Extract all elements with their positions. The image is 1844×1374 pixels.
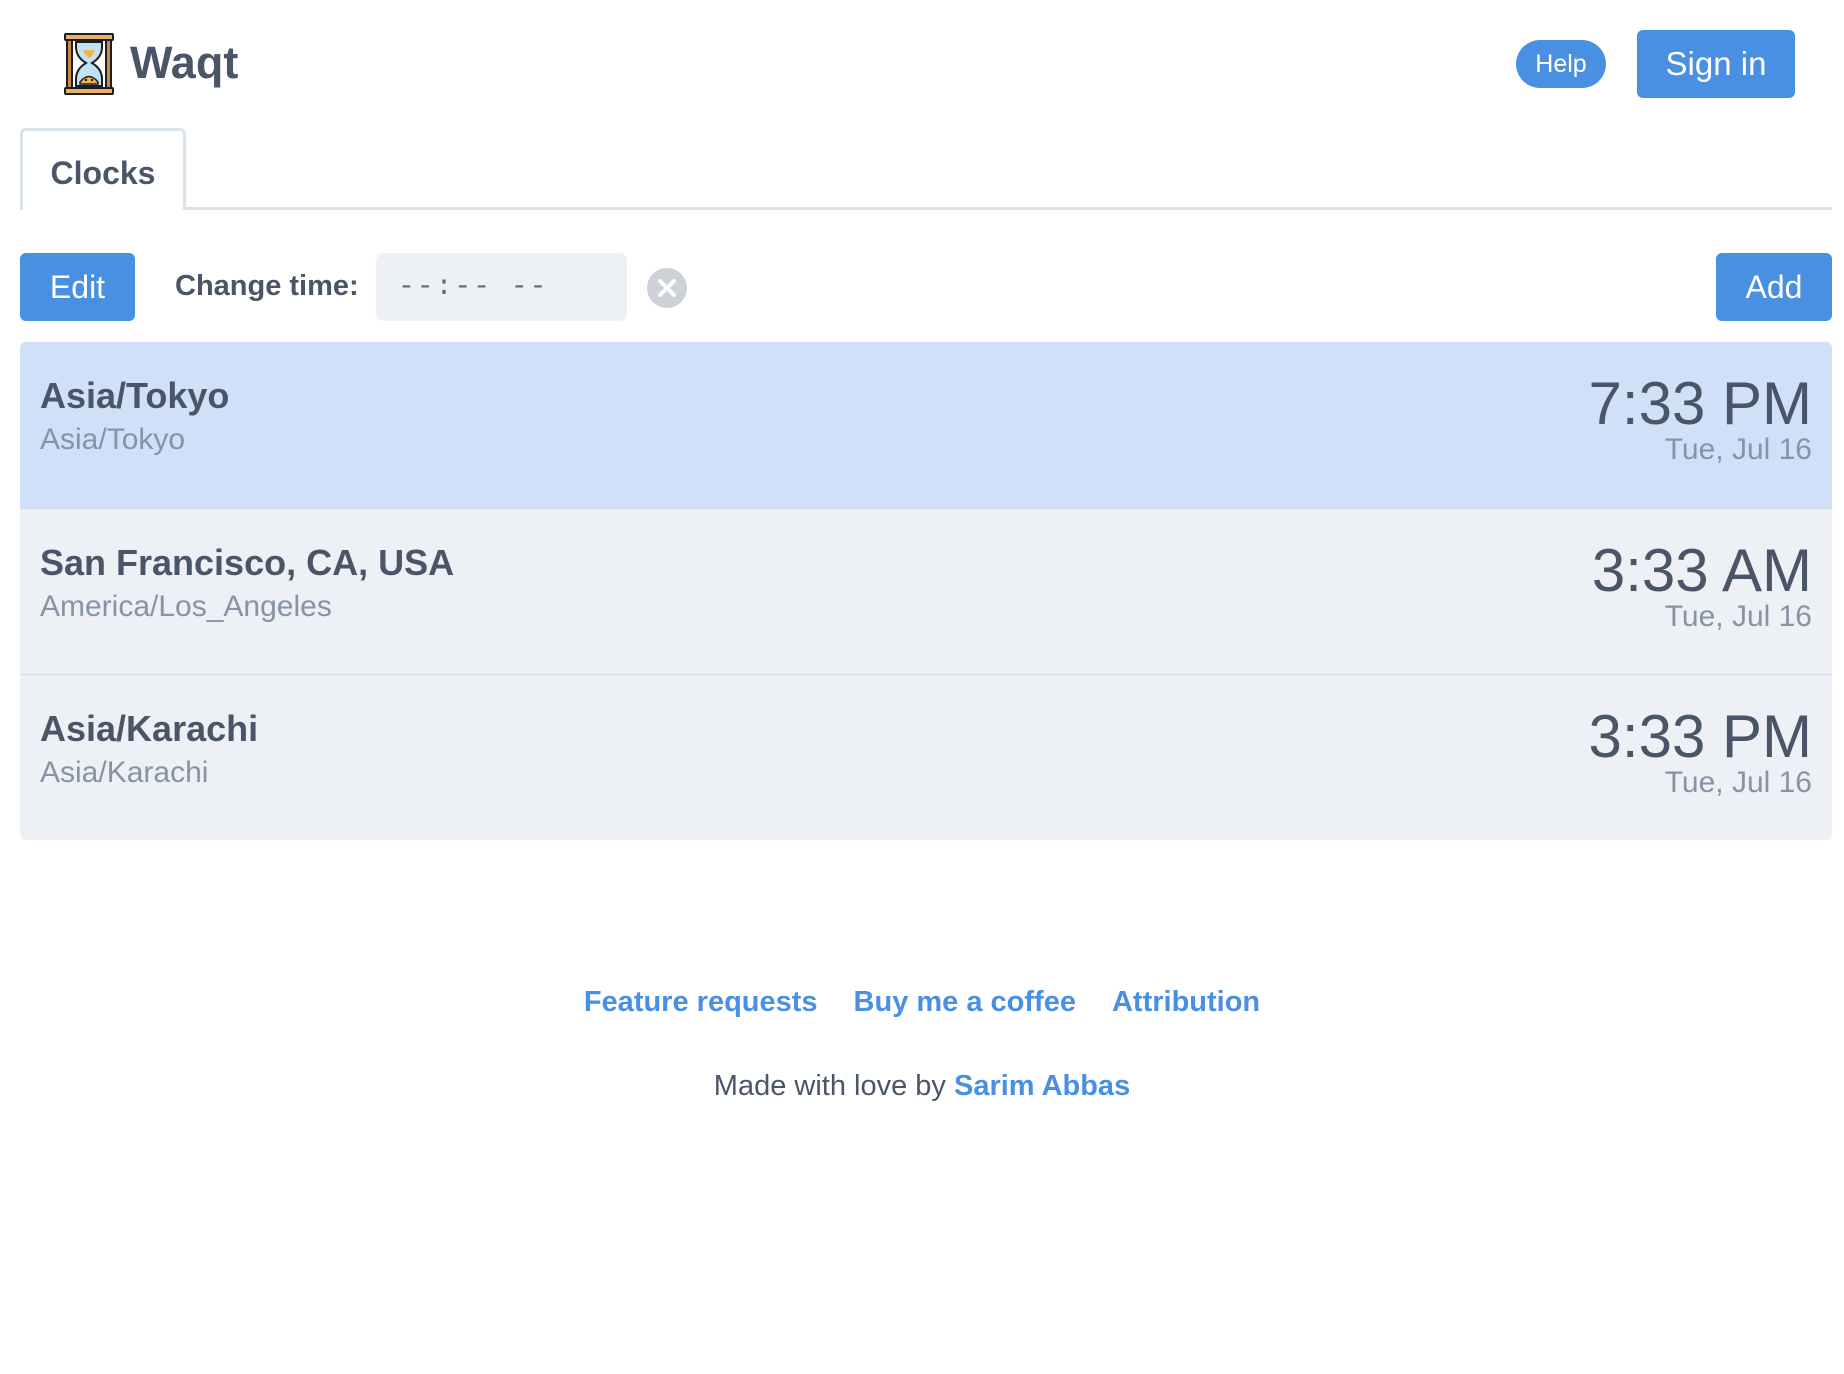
- made-with-text: Made with love by: [713, 1070, 946, 1102]
- made-with-love: Made with love by Sarim Abbas: [0, 1064, 1844, 1108]
- clock-name: Asia/Karachi: [40, 708, 259, 749]
- clock-date: Tue, Jul 16: [1664, 766, 1812, 799]
- edit-button[interactable]: Edit: [20, 253, 135, 321]
- header: Waqt Help Sign in: [0, 0, 1844, 125]
- clock-time: 3:33 AM: [1591, 537, 1812, 604]
- tab-clocks[interactable]: Clocks: [20, 128, 186, 210]
- footer-links: Feature requests Buy me a coffee Attributi…: [0, 980, 1844, 1024]
- sign-in-button[interactable]: Sign in: [1637, 30, 1795, 98]
- buy-me-a-coffee-link[interactable]: Buy me a coffee: [854, 980, 1076, 1024]
- help-button[interactable]: Help: [1516, 40, 1606, 88]
- clock-name: San Francisco, CA, USA: [40, 542, 455, 583]
- clock-list: Asia/Tokyo Asia/Tokyo 7:33 PM Tue, Jul 1…: [20, 342, 1832, 840]
- clock-date: Tue, Jul 16: [1664, 600, 1812, 633]
- author-link[interactable]: Sarim Abbas: [954, 1070, 1130, 1102]
- feature-requests-link[interactable]: Feature requests: [584, 980, 818, 1024]
- clock-time: 3:33 PM: [1588, 703, 1812, 770]
- clock-timezone: Asia/Tokyo: [40, 423, 186, 456]
- tabs-divider: [20, 207, 1832, 210]
- add-button[interactable]: Add: [1716, 253, 1832, 321]
- clock-date: Tue, Jul 16: [1664, 433, 1812, 466]
- clock-time: 7:33 PM: [1588, 370, 1812, 437]
- clock-row[interactable]: Asia/Tokyo Asia/Tokyo 7:33 PM Tue, Jul 1…: [20, 342, 1832, 508]
- app-title: Waqt: [130, 37, 239, 88]
- clock-timezone: America/Los_Angeles: [40, 590, 332, 623]
- change-time-label: Change time:: [175, 270, 359, 302]
- hourglass-icon: [64, 33, 114, 95]
- clock-row[interactable]: San Francisco, CA, USA America/Los_Angel…: [20, 508, 1832, 674]
- clock-name: Asia/Tokyo: [40, 375, 230, 416]
- time-input[interactable]: [376, 253, 627, 321]
- attribution-link[interactable]: Attribution: [1112, 980, 1260, 1024]
- clear-circle-icon[interactable]: [646, 267, 688, 309]
- clock-row[interactable]: Asia/Karachi Asia/Karachi 3:33 PM Tue, J…: [20, 674, 1832, 840]
- clock-timezone: Asia/Karachi: [40, 756, 209, 789]
